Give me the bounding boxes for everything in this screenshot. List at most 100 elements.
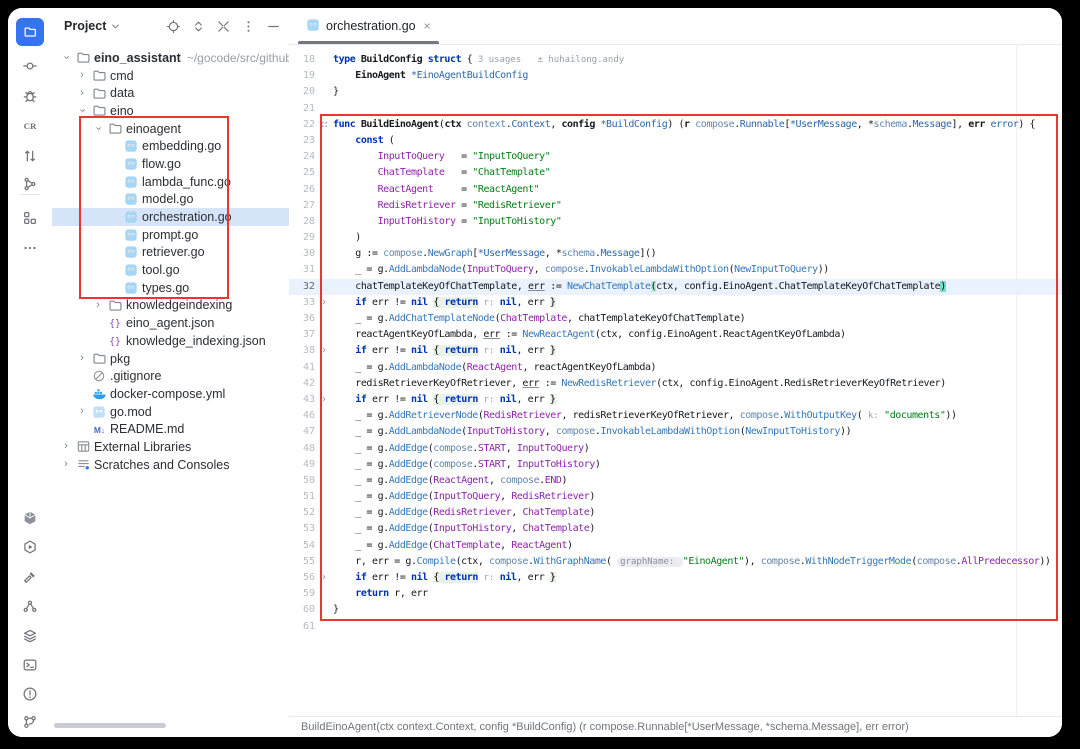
code-line-41[interactable]: 41 _ = g.AddLambdaNode(ReactAgent, react… (289, 360, 1062, 376)
database-icon[interactable] (16, 622, 44, 650)
more-tools-button-icon[interactable] (16, 234, 44, 262)
tree-item-types-go[interactable]: types.go (52, 279, 289, 297)
code-line-18[interactable]: 18type BuildConfig struct { 3 usages ± h… (289, 52, 1062, 68)
code-line-38[interactable]: 38› if err != nil { return r: nil, err } (289, 343, 1062, 359)
tree-item-external-libraries[interactable]: ›External Libraries (52, 438, 289, 456)
code-line-28[interactable]: 28 InputToHistory = "InputToHistory" (289, 214, 1062, 230)
code-review-icon[interactable]: CR (16, 112, 44, 140)
tree-item-go-mod[interactable]: ›go.mod (52, 403, 289, 421)
tree-item-knowledge-indexing-json[interactable]: {}knowledge_indexing.json (52, 332, 289, 350)
tree-chevron-icon[interactable]: › (93, 121, 104, 137)
code-line-22[interactable]: 22func BuildEinoAgent(ctx context.Contex… (289, 117, 1062, 133)
code-editor[interactable]: 18type BuildConfig struct { 3 usages ± h… (289, 44, 1062, 717)
tree-chevron-icon[interactable]: › (58, 441, 74, 452)
code-line-23[interactable]: 23 const ( (289, 133, 1062, 149)
fold-chevron-icon[interactable]: › (315, 392, 333, 408)
tab-orchestration-go[interactable]: orchestration.go × (296, 8, 441, 44)
code-line-20[interactable]: 20} (289, 84, 1062, 100)
tree-chevron-icon[interactable]: › (58, 459, 74, 470)
fold-chevron-icon[interactable]: › (315, 343, 333, 359)
structure-icon[interactable] (16, 204, 44, 232)
tree-chevron-icon[interactable]: › (74, 88, 90, 99)
code-line-52[interactable]: 52 _ = g.AddEdge(RedisRetriever, ChatTem… (289, 505, 1062, 521)
hierarchy-icon[interactable] (16, 592, 44, 620)
code-line-59[interactable]: 59 return r, err (289, 586, 1062, 602)
tree-item-eino-agent-json[interactable]: {}eino_agent.json (52, 314, 289, 332)
code-line-30[interactable]: 30 g := compose.NewGraph[*UserMessage, *… (289, 246, 1062, 262)
code-line-49[interactable]: 49 _ = g.AddEdge(compose.START, InputToH… (289, 457, 1062, 473)
tree-item-flow-go[interactable]: flow.go (52, 155, 289, 173)
code-line-53[interactable]: 53 _ = g.AddEdge(InputToHistory, ChatTem… (289, 521, 1062, 537)
code-line-33[interactable]: 33› if err != nil { return r: nil, err } (289, 295, 1062, 311)
expand-collapse-icon[interactable] (190, 18, 206, 34)
fold-chevron-icon[interactable]: › (315, 570, 333, 586)
code-line-56[interactable]: 56› if err != nil { return r: nil, err } (289, 570, 1062, 586)
code-line-36[interactable]: 36 _ = g.AddChatTemplateNode(ChatTemplat… (289, 311, 1062, 327)
project-icon[interactable] (16, 18, 44, 46)
close-icon[interactable]: × (424, 19, 431, 33)
horizontal-scrollbar[interactable] (54, 723, 166, 728)
tree-item-lambda-func-go[interactable]: lambda_func.go (52, 173, 289, 191)
tree-chevron-icon[interactable]: › (74, 70, 90, 81)
code-line-47[interactable]: 47 _ = g.AddLambdaNode(InputToHistory, c… (289, 424, 1062, 440)
hide-panel-icon[interactable] (265, 18, 281, 34)
code-line-21[interactable]: 21 (289, 101, 1062, 117)
code-line-32[interactable]: 32 chatTemplateKeyOfChatTemplate, err :=… (289, 279, 1062, 295)
tree-item-tool-go[interactable]: tool.go (52, 261, 289, 279)
tree-item-docker-compose-yml[interactable]: docker-compose.yml (52, 385, 289, 403)
code-line-51[interactable]: 51 _ = g.AddEdge(InputToQuery, RedisRetr… (289, 489, 1062, 505)
code-line-48[interactable]: 48 _ = g.AddEdge(compose.START, InputToQ… (289, 441, 1062, 457)
code-line-31[interactable]: 31 _ = g.AddLambdaNode(InputToQuery, com… (289, 262, 1062, 278)
tree-chevron-icon[interactable]: › (74, 406, 90, 417)
fold-chevron-icon[interactable]: › (315, 295, 333, 311)
code-line-46[interactable]: 46 _ = g.AddRetrieverNode(RedisRetriever… (289, 408, 1062, 424)
code-line-26[interactable]: 26 ReactAgent = "ReactAgent" (289, 182, 1062, 198)
tree-item-eino[interactable]: ›eino (52, 102, 289, 120)
select-opened-file-icon[interactable] (165, 18, 181, 34)
tree-item-model-go[interactable]: model.go (52, 191, 289, 209)
tree-item-pkg[interactable]: ›pkg (52, 350, 289, 368)
code-line-29[interactable]: 29 ) (289, 230, 1062, 246)
pull-requests-icon[interactable] (16, 142, 44, 170)
tree-item-retriever-go[interactable]: retriever.go (52, 244, 289, 262)
terminal-icon[interactable] (16, 651, 44, 679)
tree-item-readme-md[interactable]: M↓README.md (52, 420, 289, 438)
code-line-55[interactable]: 55 r, err = g.Compile(ctx, compose.WithG… (289, 554, 1062, 570)
collapse-all-icon[interactable] (215, 18, 231, 34)
tree-item-data[interactable]: ›data (52, 84, 289, 102)
commit-icon[interactable] (16, 52, 44, 80)
code-line-25[interactable]: 25 ChatTemplate = "ChatTemplate" (289, 165, 1062, 181)
build-icon[interactable] (16, 563, 44, 591)
tree-item-orchestration-go[interactable]: orchestration.go (52, 208, 289, 226)
tree-item-cmd[interactable]: ›cmd (52, 67, 289, 85)
tree-item-eino-assistant[interactable]: ›eino_assistant~/gocode/src/github.com/c… (52, 49, 289, 67)
code-line-42[interactable]: 42 redisRetrieverKeyOfRetriever, err := … (289, 376, 1062, 392)
code-line-50[interactable]: 50 _ = g.AddEdge(ReactAgent, compose.END… (289, 473, 1062, 489)
tree-item-scratches-and-consoles[interactable]: ›Scratches and Consoles (52, 456, 289, 474)
code-line-27[interactable]: 27 RedisRetriever = "RedisRetriever" (289, 198, 1062, 214)
options-icon[interactable] (240, 18, 256, 34)
code-line-54[interactable]: 54 _ = g.AddEdge(ChatTemplate, ReactAgen… (289, 538, 1062, 554)
version-control-icon[interactable] (16, 708, 44, 736)
tree-chevron-icon[interactable]: › (77, 103, 88, 119)
chevron-down-icon[interactable] (110, 21, 121, 32)
gutter-usages-icon[interactable] (315, 117, 333, 133)
tree-chevron-icon[interactable]: › (61, 50, 72, 66)
tree-item-prompt-go[interactable]: prompt.go (52, 226, 289, 244)
tree-item-knowledgeindexing[interactable]: ›knowledgeindexing (52, 297, 289, 315)
panel-title[interactable]: Project (64, 19, 106, 33)
tree-item-einoagent[interactable]: ›einoagent (52, 120, 289, 138)
problems-icon[interactable] (16, 680, 44, 708)
code-line-43[interactable]: 43› if err != nil { return r: nil, err } (289, 392, 1062, 408)
services-icon[interactable] (16, 533, 44, 561)
tree-item--gitignore[interactable]: .gitignore (52, 367, 289, 385)
debug-icon[interactable] (16, 82, 44, 110)
code-line-61[interactable]: 61 (289, 619, 1062, 635)
code-line-37[interactable]: 37 reactAgentKeyOfLambda, err := NewReac… (289, 327, 1062, 343)
code-line-60[interactable]: 60} (289, 602, 1062, 618)
tree-chevron-icon[interactable]: › (74, 353, 90, 364)
code-line-24[interactable]: 24 InputToQuery = "InputToQuery" (289, 149, 1062, 165)
code-line-19[interactable]: 19 EinoAgent *EinoAgentBuildConfig (289, 68, 1062, 84)
tree-item-embedding-go[interactable]: embedding.go (52, 137, 289, 155)
ai-assistant-icon[interactable] (16, 504, 44, 532)
